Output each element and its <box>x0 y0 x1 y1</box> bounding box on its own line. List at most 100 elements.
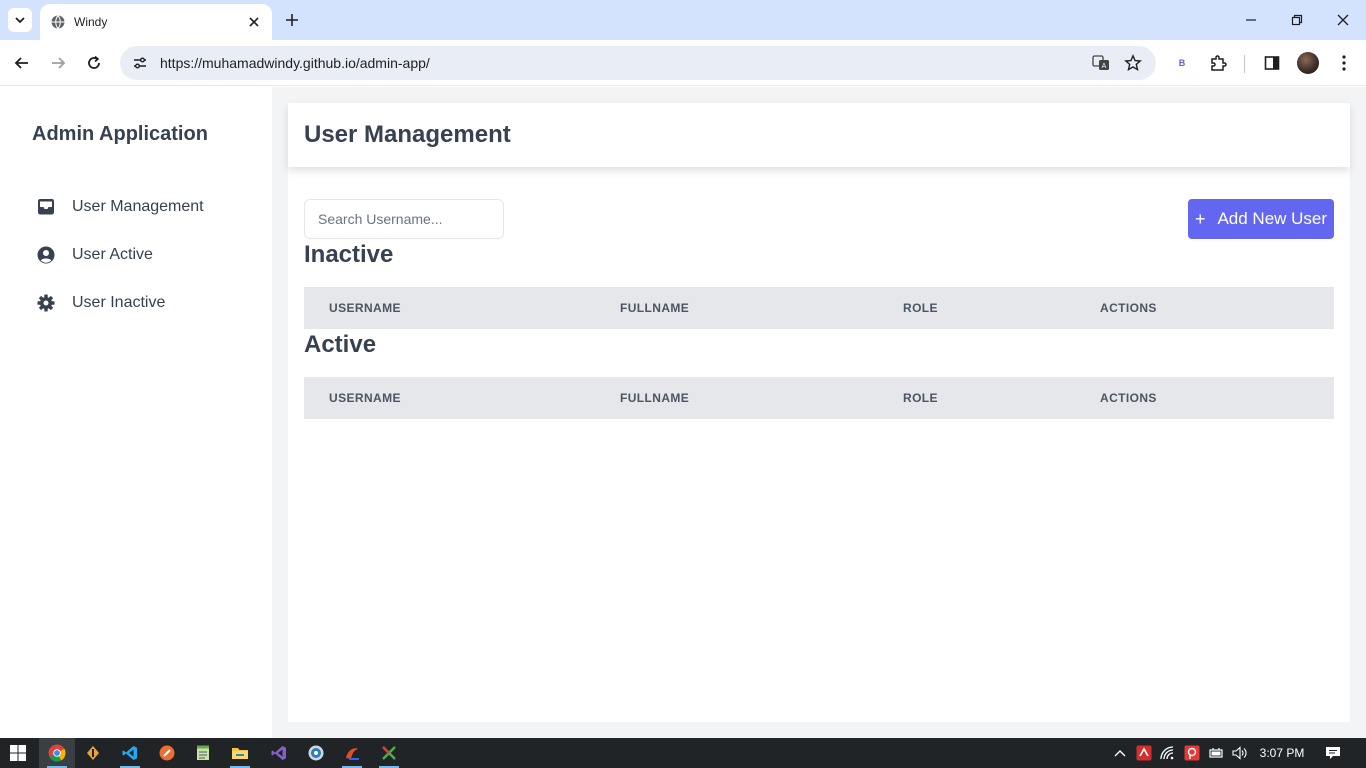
sidebar-item-user-inactive[interactable]: User Inactive <box>24 279 254 327</box>
network-button[interactable] <box>1158 738 1178 768</box>
battery-button[interactable] <box>1206 738 1226 768</box>
close-icon <box>249 17 259 27</box>
close-window-button[interactable] <box>1329 6 1357 34</box>
column-header-username[interactable]: USERNAME <box>329 301 401 315</box>
plus-icon <box>286 14 298 26</box>
svg-text:A: A <box>1102 63 1107 70</box>
avatar <box>1297 52 1319 74</box>
column-header-actions: ACTIONS <box>1100 391 1157 405</box>
gear-icon <box>36 293 56 313</box>
windows-logo-icon <box>10 745 26 761</box>
plus-icon: + <box>1194 209 1206 229</box>
tray-app-2[interactable] <box>1182 738 1202 768</box>
column-header-fullname[interactable]: FULLNAME <box>620 391 689 405</box>
profile-button[interactable] <box>1294 49 1322 77</box>
inactive-section-title: Inactive <box>304 241 394 268</box>
main-panel: User Management + Add New User Inactive … <box>288 103 1350 722</box>
page-content: Admin Application User Management User A… <box>0 87 1366 738</box>
notepad-icon <box>197 745 209 760</box>
notifications-button[interactable] <box>1322 738 1344 768</box>
close-icon <box>1337 14 1349 26</box>
active-section-title: Active <box>304 331 377 358</box>
app-icon <box>1184 745 1200 761</box>
taskbar-notepad[interactable] <box>185 738 221 768</box>
search-input[interactable] <box>304 199 504 239</box>
taskbar-app-8[interactable] <box>298 738 334 768</box>
taskbar-app-10[interactable] <box>371 738 407 768</box>
side-panel-button[interactable] <box>1258 49 1286 77</box>
sidebar-nav: User Management User Active User Inactiv… <box>24 183 254 327</box>
globe-icon <box>50 14 66 30</box>
inactive-table-header: USERNAME FULLNAME ROLE ACTIONS <box>304 287 1334 329</box>
browser-tab[interactable]: Windy <box>40 4 272 40</box>
app-icon <box>382 746 396 760</box>
folder-icon <box>232 748 248 759</box>
wifi-icon <box>1160 746 1174 760</box>
page-header: User Management <box>288 103 1350 167</box>
bookmark-star-icon[interactable] <box>1120 50 1146 76</box>
volume-button[interactable] <box>1230 738 1250 768</box>
taskbar-app-4[interactable] <box>149 738 185 768</box>
app-icon <box>87 746 99 760</box>
column-header-actions: ACTIONS <box>1100 301 1157 315</box>
tray-app-1[interactable] <box>1134 738 1154 768</box>
extension-b-icon: B <box>1178 58 1186 68</box>
sidebar-item-user-management[interactable]: User Management <box>24 183 254 231</box>
address-bar[interactable]: https://muhamadwindy.github.io/admin-app… <box>120 46 1156 80</box>
tab-title: Windy <box>74 15 108 29</box>
restore-icon <box>1291 14 1303 26</box>
taskbar-chrome[interactable] <box>39 738 75 768</box>
site-settings-icon[interactable] <box>130 53 150 73</box>
new-tab-button[interactable] <box>280 8 304 32</box>
url-text: https://muhamadwindy.github.io/admin-app… <box>160 55 430 71</box>
add-new-user-label: Add New User <box>1217 209 1328 228</box>
arrow-left-icon <box>14 57 28 69</box>
user-circle-icon <box>36 245 56 265</box>
sidebar-item-user-active[interactable]: User Active <box>24 231 254 279</box>
column-header-fullname[interactable]: FULLNAME <box>620 301 689 315</box>
reload-button[interactable] <box>80 49 108 77</box>
tab-close-button[interactable] <box>246 14 262 30</box>
clock[interactable]: 3:07 PM <box>1258 738 1306 768</box>
more-vertical-icon <box>1342 55 1346 71</box>
app-icon <box>1136 745 1152 761</box>
sidebar-item-label: User Management <box>72 198 204 215</box>
taskbar-vscode[interactable] <box>112 738 148 768</box>
add-new-user-button[interactable]: + Add New User <box>1188 199 1334 239</box>
notification-icon <box>1326 747 1340 759</box>
chrome-icon <box>48 744 66 762</box>
toolbar-divider <box>1244 55 1245 73</box>
speaker-icon <box>1232 746 1247 760</box>
start-button[interactable] <box>0 738 36 768</box>
puzzle-icon <box>1211 55 1227 71</box>
active-table-header: USERNAME FULLNAME ROLE ACTIONS <box>304 377 1334 419</box>
vscode-icon <box>122 746 137 760</box>
app-title: Admin Application <box>32 123 208 145</box>
browser-menu-button[interactable] <box>1330 49 1358 77</box>
side-panel-icon <box>1264 56 1280 70</box>
chevron-down-icon <box>15 17 25 24</box>
taskbar-app-2[interactable] <box>75 738 111 768</box>
show-hidden-icons-button[interactable] <box>1110 738 1130 768</box>
tab-search-button[interactable] <box>8 8 32 32</box>
taskbar-file-explorer[interactable] <box>222 738 258 768</box>
inbox-icon <box>36 197 56 217</box>
back-button[interactable] <box>8 49 36 77</box>
translate-icon[interactable]: A <box>1088 50 1114 76</box>
restore-button[interactable] <box>1283 6 1311 34</box>
app-icon <box>159 745 175 761</box>
reload-icon <box>88 55 100 69</box>
browser-tab-strip: Windy <box>0 0 1366 40</box>
taskbar-app-9[interactable] <box>334 738 370 768</box>
extensions-button[interactable] <box>1204 49 1232 77</box>
forward-button[interactable] <box>44 49 72 77</box>
column-header-role[interactable]: ROLE <box>903 391 938 405</box>
taskbar-visual-studio[interactable] <box>261 738 297 768</box>
column-header-username[interactable]: USERNAME <box>329 391 401 405</box>
sidebar-item-label: User Inactive <box>72 294 166 311</box>
arrow-right-icon <box>52 57 66 69</box>
column-header-role[interactable]: ROLE <box>903 301 938 315</box>
extension-b-button[interactable]: B <box>1168 49 1196 77</box>
app-icon <box>346 748 359 760</box>
minimize-button[interactable] <box>1237 6 1265 34</box>
